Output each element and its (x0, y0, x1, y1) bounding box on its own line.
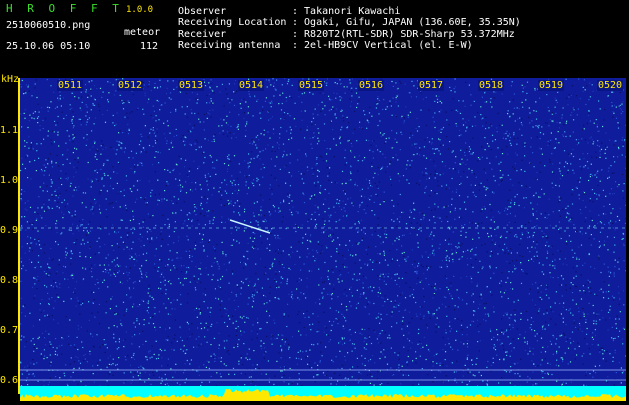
info-key-antenna: Receiving antenna (178, 40, 280, 51)
y-tick-label: 0.7 (0, 325, 18, 336)
frequency-unit-label: kHz (1, 74, 19, 85)
time-label: 0513 (178, 80, 204, 91)
info-value-location: : Ogaki, Gifu, JAPAN (136.60E, 35.35N) (292, 17, 521, 28)
info-key-observer: Observer (178, 6, 226, 17)
y-tick-label: 1.0 (0, 175, 18, 186)
info-value-receiver: : R820T2(RTL-SDR) SDR-Sharp 53.372MHz (292, 29, 515, 40)
time-label: 0512 (117, 80, 143, 91)
app-title: H R O F F T (6, 3, 123, 14)
time-label: 0520 (597, 80, 623, 91)
info-value-antenna: : 2el-HB9CV Vertical (el. E-W) (292, 40, 473, 51)
time-label: 0517 (418, 80, 444, 91)
image-filename: 2510060510.png (6, 20, 90, 31)
time-label: 0519 (538, 80, 564, 91)
meteor-label: meteor (124, 27, 160, 38)
time-label: 0514 (238, 80, 264, 91)
info-value-observer: : Takanori Kawachi (292, 6, 400, 17)
time-label: 0515 (298, 80, 324, 91)
header-panel: H R O F F T 1.0.0 2510060510.png 25.10.0… (0, 0, 629, 78)
info-key-location: Receiving Location (178, 17, 286, 28)
time-label: 0511 (57, 80, 83, 91)
time-label: 0516 (358, 80, 384, 91)
time-label: 0518 (478, 80, 504, 91)
spectrogram-noise (20, 78, 626, 386)
y-tick-label: 1.1 (0, 125, 18, 136)
y-tick-label: 0.6 (0, 375, 18, 386)
info-key-receiver: Receiver (178, 29, 226, 40)
y-tick-label: 0.8 (0, 275, 18, 286)
spectrogram-area (20, 78, 626, 386)
app-version: 1.0.0 (126, 5, 153, 16)
signal-level-bar (20, 386, 626, 400)
meteor-count: 112 (140, 41, 158, 52)
image-datetime: 25.10.06 05:10 (6, 41, 90, 52)
y-tick-label: 0.9 (0, 225, 18, 236)
signal-level-trace (20, 387, 626, 401)
